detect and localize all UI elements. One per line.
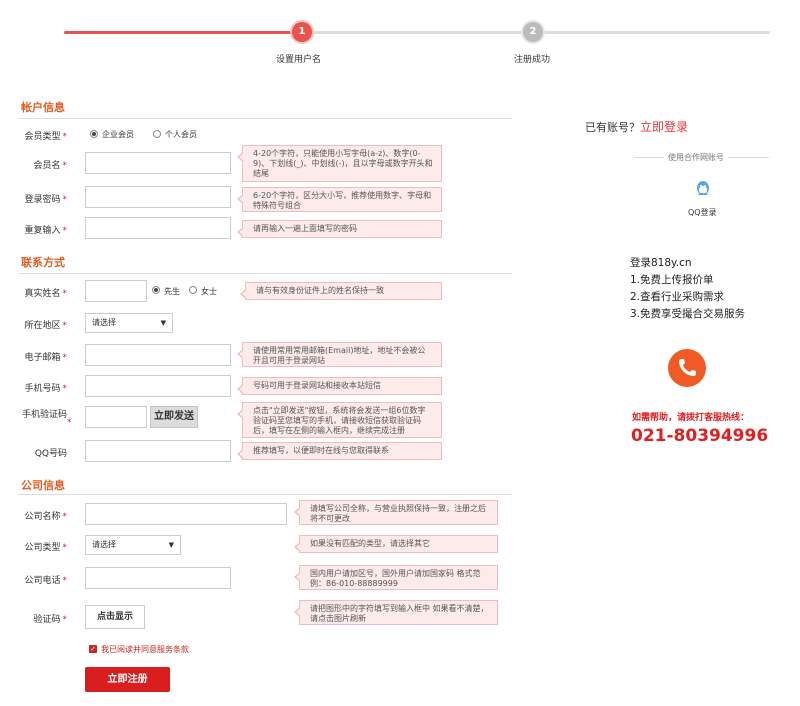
- company-type-select[interactable]: 请选择 ▼: [85, 535, 181, 555]
- repeat-password-tip: 请再输入一遍上面填写的密码: [237, 220, 442, 238]
- qq-input[interactable]: [85, 440, 231, 462]
- region-select[interactable]: 请选择 ▼: [85, 313, 173, 333]
- email-label: 电子邮箱 *: [24, 353, 67, 363]
- member-type-personal-text: 个人会员: [165, 130, 197, 139]
- account-section-title: 帐户信息: [21, 101, 65, 114]
- region-label: 所在地区 *: [24, 321, 67, 331]
- company-phone-tip: 国内用户请加区号，国外用户请加国家码 格式范例：86-010-88889999: [294, 565, 498, 590]
- member-type-radio-personal[interactable]: [153, 130, 161, 138]
- member-type-enterprise-text: 企业会员: [102, 130, 134, 139]
- progress-fill: [64, 31, 305, 34]
- password-label: 登录密码 *: [24, 195, 67, 205]
- progress-track: [64, 31, 770, 34]
- captcha-tip: 请把图形中的字符填写到输入框中 如果看不清楚，请点击图片刷新: [294, 600, 498, 625]
- step-1-label: 设置用户名: [276, 55, 322, 65]
- region-select-value: 请选择: [92, 318, 116, 327]
- benefit-item: 3.免费享受撮合交易服务: [630, 308, 746, 320]
- mobile-tip: 号码可用于登录网站和接收本站短信: [237, 377, 442, 395]
- hotline-number: 021-80394996: [631, 426, 769, 446]
- real-name-label: 真实姓名 *: [24, 289, 67, 299]
- section-divider: [18, 118, 512, 119]
- company-name-tip: 请填写公司全称，与营业执照保持一致，注册之后将不可更改: [294, 500, 498, 525]
- captcha-button[interactable]: 点击显示: [85, 605, 145, 629]
- site-name: 登录818y.cn: [630, 257, 692, 269]
- member-type-radio-enterprise[interactable]: [90, 130, 98, 138]
- real-name-tip: 请与有效身份证件上的姓名保持一致: [240, 282, 442, 300]
- benefit-item: 1.免费上传报价单: [630, 274, 714, 286]
- step-2-label: 注册成功: [514, 55, 551, 65]
- company-type-label: 公司类型 *: [24, 543, 67, 553]
- chevron-down-icon: ▼: [168, 541, 174, 549]
- help-text: 如需帮助，请拨打客服热线：: [632, 413, 750, 423]
- section-divider: [18, 494, 512, 495]
- company-phone-input[interactable]: [85, 567, 231, 589]
- sms-code-required-star: *: [67, 418, 72, 428]
- company-section-title: 公司信息: [21, 479, 65, 492]
- email-input[interactable]: [85, 344, 231, 366]
- company-name-label: 公司名称 *: [24, 512, 67, 522]
- benefits-list: 登录818y.cn 1.免费上传报价单 2.查看行业采购需求 3.免费享受撮合交…: [630, 255, 745, 323]
- qq-label: QQ号码: [34, 449, 67, 459]
- company-type-select-value: 请选择: [92, 540, 116, 549]
- company-type-tip: 如果没有匹配的类型，请选择其它: [294, 535, 498, 553]
- agreement-text[interactable]: 我已阅读并同意服务条款: [101, 644, 189, 655]
- chevron-down-icon: ▼: [160, 319, 166, 327]
- gender-radio-female[interactable]: [189, 286, 197, 294]
- sms-code-label: 手机验证码: [21, 410, 67, 420]
- section-divider: [18, 273, 512, 274]
- login-link[interactable]: 立即登录: [640, 120, 688, 134]
- coop-title: 使用合作网账号: [664, 152, 728, 163]
- repeat-password-input[interactable]: [85, 217, 231, 239]
- email-tip: 请使用常用常用邮箱(Email)地址，地址不会被公开且可用于登录网站: [237, 342, 442, 367]
- qq-icon[interactable]: [694, 180, 712, 198]
- step-2-dot: 2: [523, 22, 543, 42]
- agreement-checkbox[interactable]: ✓: [89, 645, 97, 653]
- gender-female-text: 女士: [201, 287, 217, 296]
- qq-login-text[interactable]: QQ登录: [688, 207, 717, 218]
- have-account: 已有账号？立即登录: [585, 120, 689, 134]
- company-name-input[interactable]: [85, 503, 287, 525]
- member-type-label: 会员类型 *: [24, 132, 67, 142]
- password-input[interactable]: [85, 186, 231, 208]
- repeat-password-label: 重复输入 *: [24, 226, 67, 236]
- username-label: 会员名 *: [33, 161, 67, 171]
- username-tip: 4-20个字符，只能使用小写字母(a-z)、数字(0-9)、下划线(_)、中划线…: [237, 145, 442, 182]
- gender-male-text: 先生: [164, 287, 180, 296]
- captcha-label: 验证码 *: [33, 615, 67, 625]
- step-1-dot: 1: [292, 22, 312, 42]
- benefit-item: 2.查看行业采购需求: [630, 291, 725, 303]
- register-button[interactable]: 立即注册: [85, 667, 170, 692]
- sms-code-tip: 点击"立即发送"按钮，系统将会发送一组6位数字验证码至您填写的手机，请接收短信获…: [237, 402, 442, 438]
- phone-icon: [668, 349, 706, 387]
- send-code-button[interactable]: 立即发送: [150, 406, 198, 428]
- real-name-input[interactable]: [85, 280, 147, 302]
- mobile-label: 手机号码 *: [24, 384, 67, 394]
- username-input[interactable]: [85, 152, 231, 174]
- company-phone-label: 公司电话 *: [24, 576, 67, 586]
- contact-section-title: 联系方式: [21, 256, 65, 269]
- gender-radio-male[interactable]: [152, 286, 160, 294]
- qq-tip: 推荐填写，以便即时在线与您取得联系: [237, 442, 442, 460]
- sms-code-input[interactable]: [85, 406, 147, 428]
- mobile-input[interactable]: [85, 375, 231, 397]
- password-tip: 6-20个字符，区分大小写，推荐使用数字、字母和特殊符号组合: [237, 187, 442, 212]
